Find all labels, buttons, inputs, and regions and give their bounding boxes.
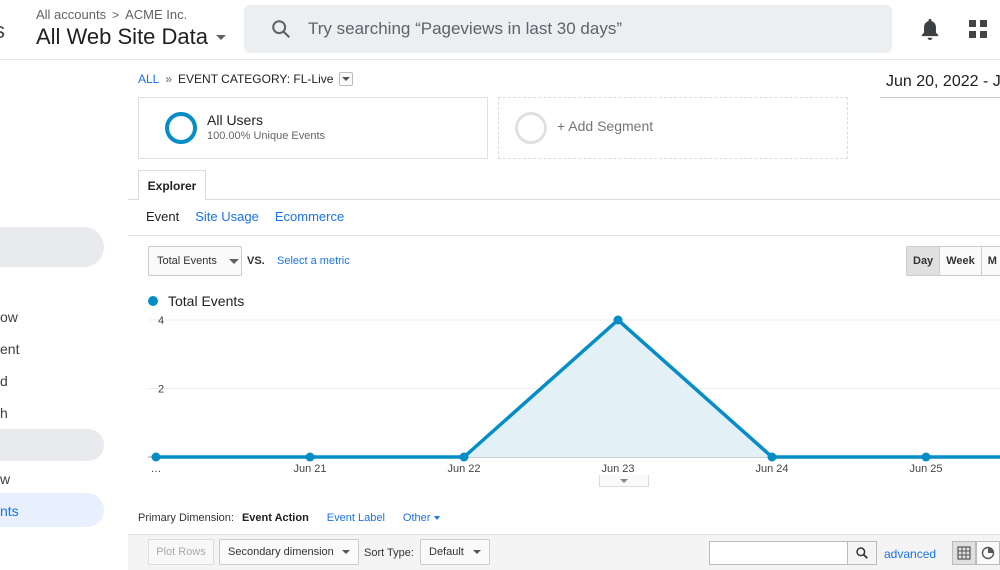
breadcrumb-separator: » [165,72,173,86]
sort-type-label: Sort Type: [364,547,414,559]
x-tick-label: Jun 24 [755,463,788,475]
breadcrumb-accounts[interactable]: All accounts [36,7,106,22]
data-point [151,452,161,462]
select-metric-link[interactable]: Select a metric [277,255,350,267]
caret-down-icon [228,258,239,264]
explorer-subtabs: Event Site Usage Ecommerce [146,209,344,224]
property-title: All Web Site Data [36,24,209,49]
legend-dot-icon [148,296,158,306]
tab-divider [128,199,1000,200]
report-main: ALL » EVENT CATEGORY: FL-Live Jun 20, 20… [128,60,1000,570]
caret-down-icon [216,34,227,40]
pie-view-button[interactable] [976,541,1000,565]
table-toolbar: Plot Rows Secondary dimension Sort Type:… [128,534,1000,570]
property-selector[interactable]: All Web Site Data [36,24,227,50]
top-header: s All accounts > ACME Inc. All Web Site … [0,0,1000,60]
sidebar-item-content[interactable]: ent [0,341,19,357]
metric-selected: Total Events [157,255,217,267]
sidebar-item-overview-events[interactable]: w [0,471,10,487]
segment-title: All Users [207,112,264,128]
period-toggle: Day Week M [906,246,1000,276]
chevron-down-icon [620,478,628,483]
data-point [921,452,931,462]
left-sidebar: ow ent d h w nts [0,60,128,570]
data-point [767,452,777,462]
x-tick-label: Jun 23 [601,463,634,475]
dimension-other-label: Other [402,512,431,524]
apps-grid-icon[interactable] [969,20,987,38]
caret-down-icon [434,516,441,520]
account-breadcrumb[interactable]: All accounts > ACME Inc. [36,7,187,22]
dimension-event-label[interactable]: Event Label [327,512,385,524]
primary-dimension-bar: Primary Dimension: Event Action Event La… [138,512,441,524]
period-day-button[interactable]: Day [907,247,941,275]
search-icon [856,547,868,559]
metric-dropdown[interactable]: Total Events [148,246,242,276]
event-breadcrumb: ALL » EVENT CATEGORY: FL-Live [138,72,354,86]
legend-series-name: Total Events [168,293,245,309]
sidebar-item-overview[interactable]: ow [0,309,18,325]
search-bar[interactable]: Try searching “Pageviews in last 30 days… [244,5,892,53]
data-point [613,315,623,325]
section-divider [128,235,1000,236]
secondary-dimension-dropdown[interactable]: Secondary dimension [219,539,359,565]
event-category-label: EVENT CATEGORY: FL-Live [178,72,334,86]
sidebar-section-highlight[interactable] [0,227,104,267]
subtab-event[interactable]: Event [146,209,179,224]
category-dropdown-icon[interactable] [339,72,354,86]
period-month-button[interactable]: M [982,247,1000,275]
caret-down-icon [473,550,481,554]
y-tick-label: 4 [158,315,164,327]
sort-type-value: Default [429,546,464,558]
plot-rows-button[interactable]: Plot Rows [148,539,214,565]
dimension-event-action: Event Action [241,512,309,524]
sidebar-section-highlight[interactable] [0,429,104,461]
sort-type-dropdown[interactable]: Default [420,539,490,565]
tab-explorer[interactable]: Explorer [138,170,206,200]
add-segment-label: + Add Segment [557,118,654,134]
notifications-bell-icon[interactable] [919,17,941,41]
primary-dimension-label: Primary Dimension: [138,512,234,524]
vs-label: VS. [247,255,265,267]
search-placeholder: Try searching “Pageviews in last 30 days… [308,19,623,38]
chevron-right-icon: > [112,7,120,22]
table-search-button[interactable] [847,541,877,565]
x-tick-label: Jun 25 [909,463,942,475]
dimension-other-dropdown[interactable]: Other [403,512,441,524]
data-point [459,452,469,462]
segment-all-users[interactable]: All Users 100.00% Unique Events [138,97,488,159]
breadcrumb-account-name[interactable]: ACME Inc. [125,7,187,22]
table-view-button[interactable] [952,541,976,565]
x-tick-label: … [151,463,162,475]
subtab-site-usage[interactable]: Site Usage [195,209,259,224]
sidebar-item-d[interactable]: d [0,373,8,389]
grid-table-icon [957,546,971,560]
breadcrumb-all-link[interactable]: ALL [138,72,159,86]
table-view-toggle [952,541,1000,565]
y-tick-label: 2 [158,384,164,396]
caret-down-icon [342,550,350,554]
segment-subtitle: 100.00% Unique Events [207,130,326,142]
chart-legend: Total Events [148,293,244,309]
empty-segment-ring-icon [515,112,547,144]
table-filter-input[interactable] [709,541,849,565]
x-tick-label: Jun 21 [293,463,326,475]
chart-collapse-handle[interactable] [599,475,649,487]
total-events-chart: 4 2 … Jun 21 Jun 22 Jun 23 Jun 24 Jun 25 [148,315,1000,475]
search-icon [272,20,291,39]
sidebar-item-search[interactable]: h [0,405,8,421]
add-segment-button[interactable]: + Add Segment [498,97,848,159]
advanced-filter-link[interactable]: advanced [884,547,936,561]
period-week-button[interactable]: Week [940,247,982,275]
data-point [305,452,315,462]
sidebar-item-top-events[interactable]: nts [0,503,19,519]
x-tick-label: Jun 22 [447,463,480,475]
truncated-logo-text: s [0,18,5,44]
date-range-picker[interactable]: Jun 20, 2022 - J [880,66,1000,98]
subtab-ecommerce[interactable]: Ecommerce [275,209,344,224]
secondary-dimension-label: Secondary dimension [228,546,334,558]
segment-ring-icon [165,112,197,144]
pie-chart-icon [981,546,995,560]
